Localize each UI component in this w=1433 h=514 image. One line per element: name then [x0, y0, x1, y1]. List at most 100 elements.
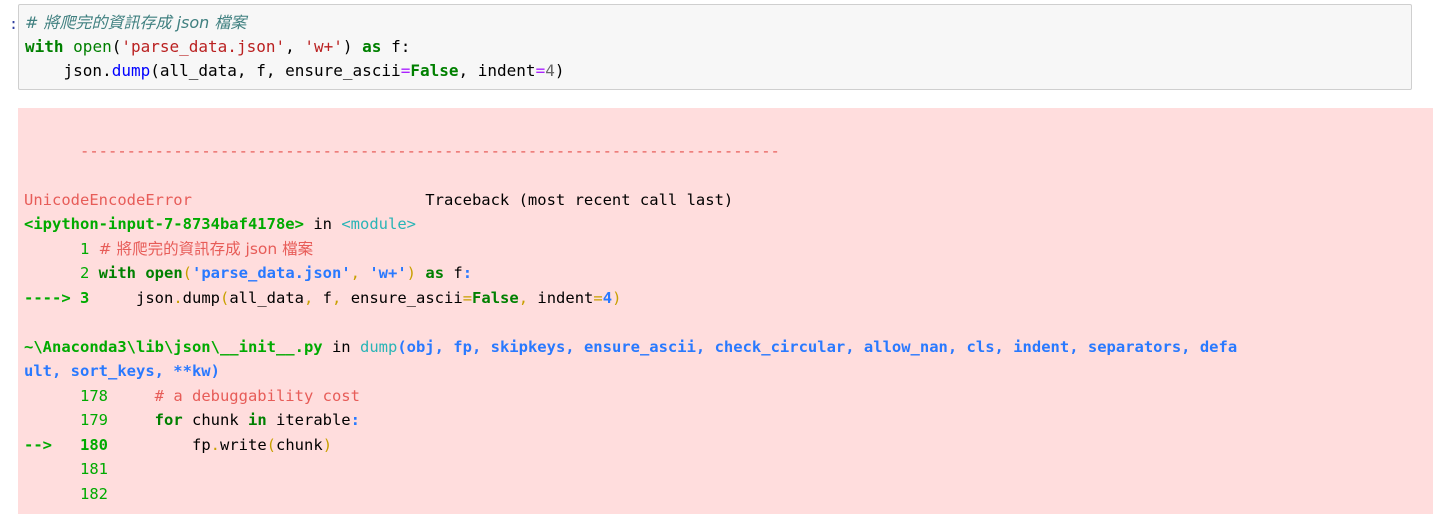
frame2-signature-wrap-line: ult, sort_keys, **kw)	[24, 359, 1433, 384]
frame2-spacer	[323, 338, 332, 356]
exception-name: UnicodeEncodeError	[24, 190, 192, 209]
code-token: )	[554, 61, 565, 80]
code-input-area[interactable]: # 將爬完的資訊存成 json 檔案 with open('parse_data.…	[18, 4, 1412, 90]
traceback-header-text: Traceback (most recent call last)	[425, 190, 734, 209]
source-line-number: 181	[80, 460, 118, 478]
code-token: False	[410, 61, 459, 80]
traceback-token: chunk	[276, 435, 323, 454]
traceback-source-line: 182	[24, 482, 1433, 507]
frame2-signature-args-line1: (obj, fp, skipkeys, ensure_ascii, check_…	[397, 337, 1238, 356]
traceback-token	[416, 264, 425, 282]
frame2-location-line: ~\Anaconda3\lib\json\__init__.py in dump…	[24, 335, 1433, 360]
code-token: (all_data, f, ensure_ascii	[150, 61, 401, 80]
traceback-token: =	[462, 288, 473, 307]
frame1-location: <ipython-input-7-8734baf4178e>	[24, 215, 304, 233]
code-token: open	[73, 37, 112, 56]
current-line-marker: ---->	[24, 288, 80, 307]
traceback-token: )	[322, 435, 333, 454]
code-token: json.	[25, 61, 112, 80]
traceback-token: 4	[602, 288, 613, 307]
current-line-marker	[24, 264, 80, 282]
code-token: )	[342, 37, 363, 56]
traceback-token: )	[406, 264, 417, 282]
frame1-spacer2	[332, 215, 341, 233]
input-prompt-label: :	[8, 15, 18, 33]
traceback-token	[360, 264, 369, 282]
source-line-number: 1	[80, 239, 99, 258]
code-token: 'w+'	[304, 37, 343, 56]
traceback-token: (	[266, 435, 277, 454]
code-token: , indent	[458, 61, 536, 80]
source-line-number: 3	[80, 288, 99, 307]
traceback-token: f	[444, 264, 463, 282]
source-line: # 將爬完的資訊存成 json 檔案	[25, 11, 1411, 35]
traceback-token: (	[220, 288, 230, 307]
traceback-token: for	[117, 411, 183, 429]
gap-2	[24, 506, 1433, 514]
traceback-token: ,	[332, 288, 342, 307]
frame1-source-lines: 1 # 將爬完的資訊存成 json 檔案 2 with open('parse_…	[24, 237, 1433, 311]
code-token: # 將爬完的資訊存成 json 檔案	[25, 13, 247, 32]
code-token: with	[25, 37, 64, 56]
traceback-token: indent	[528, 288, 594, 307]
traceback-source-line: ----> 3 json.dump(all_data, f, ensure_as…	[24, 286, 1433, 311]
current-line-marker	[24, 485, 80, 503]
traceback-token: 'parse_data.json'	[192, 264, 351, 282]
header-spacer	[192, 191, 425, 209]
traceback-token: fp	[117, 435, 211, 454]
separator-dashes: ----------------------------------------…	[80, 141, 780, 160]
traceback-token: False	[472, 288, 519, 307]
traceback-token: ,	[518, 288, 529, 307]
traceback-token	[136, 264, 145, 282]
traceback-token: =	[593, 288, 603, 307]
current-line-marker	[24, 240, 80, 258]
error-output-block: ----------------------------------------…	[18, 108, 1433, 514]
source-line: with open('parse_data.json', 'w+') as f:	[25, 35, 1411, 59]
traceback-token: write	[220, 435, 267, 454]
traceback-token: dump	[182, 288, 220, 307]
traceback-token: with	[98, 264, 136, 282]
frame2-spacer2	[351, 338, 360, 356]
frame1-spacer	[304, 215, 313, 233]
traceback-header-line: UnicodeEncodeError Traceback (most recen…	[24, 188, 1433, 213]
source-line-number: 180	[80, 435, 118, 454]
traceback-token: )	[612, 288, 622, 307]
traceback-token: ensure_ascii	[341, 288, 463, 307]
traceback-token: json	[98, 288, 174, 307]
traceback-token: f	[313, 288, 333, 307]
frame2-source-lines: 178 # a debuggability cost 179 for chunk…	[24, 384, 1433, 507]
traceback-source-line: 2 with open('parse_data.json', 'w+') as …	[24, 261, 1433, 286]
traceback-token: chunk	[182, 411, 248, 429]
current-line-marker	[24, 460, 80, 478]
code-token: =	[400, 61, 411, 80]
code-token: =	[535, 61, 546, 80]
traceback-source-line: 1 # 將爬完的資訊存成 json 檔案	[24, 237, 1433, 262]
gap-1	[24, 310, 1433, 335]
input-cell-row: : # 將爬完的資訊存成 json 檔案 with open('parse_dat…	[0, 4, 1433, 90]
code-token: 'parse_data.json'	[121, 37, 286, 56]
traceback-token: ,	[304, 288, 314, 307]
traceback-token: :	[350, 411, 360, 429]
traceback-token: in	[247, 411, 267, 429]
source-line-number: 2	[80, 264, 99, 282]
source-line: json.dump(all_data, f, ensure_ascii=Fals…	[25, 59, 1411, 83]
traceback-separator: ----------------------------------------…	[24, 114, 1433, 188]
code-token: as	[362, 37, 382, 56]
traceback-token: 'w+'	[369, 264, 407, 282]
traceback-token: iterable	[266, 411, 351, 429]
frame2-signature-args-line2: ult, sort_keys, **kw)	[24, 362, 220, 380]
traceback-source-line: --> 180 fp.write(chunk)	[24, 433, 1433, 458]
frame2-path: ~\Anaconda3\lib\json\__init__.py	[24, 337, 323, 356]
traceback-token: all_data	[229, 288, 304, 307]
traceback-token: as	[425, 264, 445, 282]
current-line-marker: -->	[24, 435, 80, 454]
traceback-token: (	[182, 264, 193, 282]
code-token: f:	[381, 37, 411, 56]
code-token: (	[111, 37, 122, 56]
frame2-in-keyword: in	[331, 337, 351, 356]
traceback-token: :	[462, 264, 473, 282]
code-token: dump	[111, 61, 151, 80]
traceback-token: .	[210, 435, 220, 454]
current-line-marker	[24, 411, 80, 429]
frame2-function-name: dump	[359, 337, 398, 356]
